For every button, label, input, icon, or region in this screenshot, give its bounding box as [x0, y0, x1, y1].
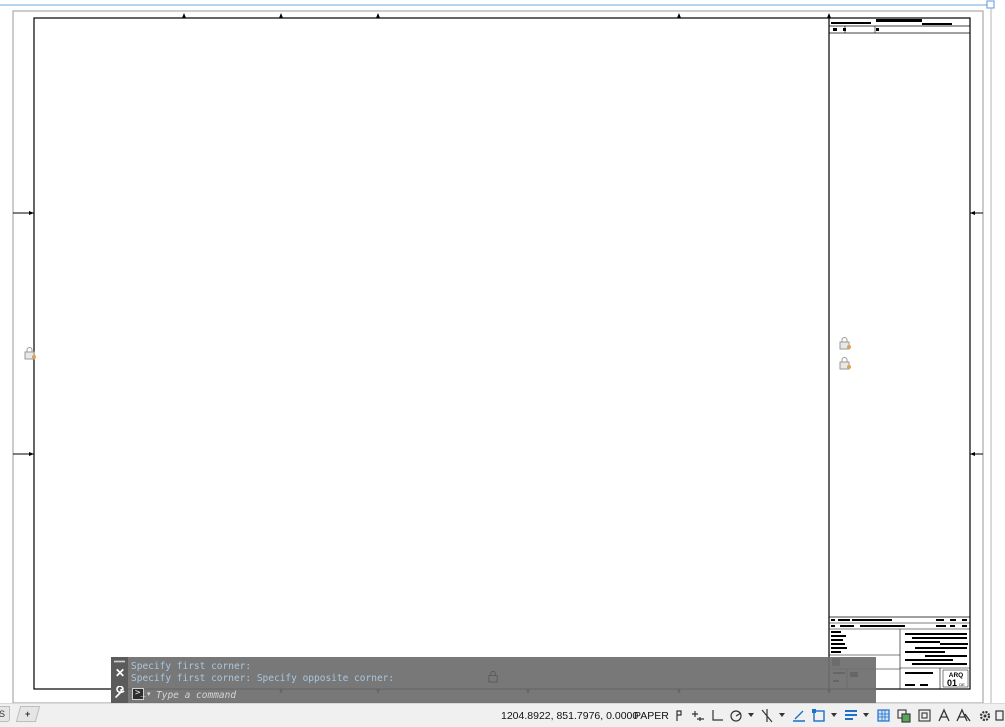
prompt-glyph: >_	[135, 688, 146, 698]
object-snap-tracking-icon[interactable]	[791, 708, 807, 723]
close-icon[interactable]: ✕	[114, 667, 126, 679]
isometric-icon[interactable]	[759, 708, 775, 723]
polar-tracking-icon[interactable]	[729, 708, 745, 723]
polar-dropdown-icon[interactable]	[748, 713, 754, 717]
viewport-lock-icon[interactable]	[838, 356, 852, 370]
title-block-sheet-suffix: DE	[959, 682, 965, 687]
ortho-icon[interactable]	[710, 708, 726, 723]
layout-tab-label: S	[0, 709, 6, 719]
autoscale-icon[interactable]	[956, 708, 972, 723]
customize-icon[interactable]	[995, 708, 1005, 723]
command-prompt-icon[interactable]: >_	[132, 688, 146, 700]
new-layout-tab[interactable]: +	[15, 706, 41, 722]
frame-markers	[13, 13, 983, 694]
command-history-line: Specify first corner:	[131, 661, 252, 672]
status-bar: S + 1204.8922, 851.7976, 0.0000 PAPER	[0, 703, 1005, 727]
selection-cycling-icon[interactable]	[896, 708, 912, 723]
layout-tab[interactable]: S	[0, 706, 10, 722]
grid-snap-icon[interactable]	[672, 708, 688, 723]
viewport-grip[interactable]	[986, 0, 995, 9]
isometric-dropdown-icon[interactable]	[779, 713, 785, 717]
object-snap-icon[interactable]	[811, 708, 827, 723]
sheet-drawing: ARQ 01 DE	[0, 0, 995, 703]
workspace-gear-icon[interactable]	[977, 708, 993, 723]
command-window-grip[interactable]: ✕	[111, 657, 128, 704]
plus-icon: +	[25, 709, 31, 719]
lineweight-dropdown-icon[interactable]	[863, 713, 869, 717]
annotation-scale-icon[interactable]	[917, 708, 933, 723]
command-input[interactable]	[156, 688, 856, 702]
model-paper-toggle[interactable]: PAPER	[634, 710, 669, 722]
coordinates-readout[interactable]: 1204.8922, 851.7976, 0.0000	[501, 710, 638, 722]
grip-dots-icon[interactable]	[114, 660, 125, 663]
recent-commands-dropdown-icon[interactable]: ▾	[147, 690, 151, 698]
viewport-lock-icon[interactable]	[487, 670, 500, 683]
annotation-visibility-icon[interactable]	[937, 708, 953, 723]
viewport-lock-icon[interactable]	[23, 346, 37, 360]
wrench-icon[interactable]	[113, 686, 127, 700]
command-window[interactable]: ✕ Specify first corner: Specify first co…	[111, 657, 876, 704]
command-history-line: Specify first corner: Specify opposite c…	[131, 673, 395, 684]
title-block-header	[829, 19, 970, 34]
snap-mode-icon[interactable]	[690, 708, 706, 723]
viewport-lock-icon[interactable]	[838, 336, 852, 350]
lineweight-icon[interactable]	[843, 708, 859, 723]
transparency-icon[interactable]	[876, 708, 892, 723]
osnap-dropdown-icon[interactable]	[831, 713, 837, 717]
title-block-sheet-number: 01	[947, 678, 957, 688]
drawing-viewport[interactable]: ARQ 01 DE	[0, 0, 1005, 703]
